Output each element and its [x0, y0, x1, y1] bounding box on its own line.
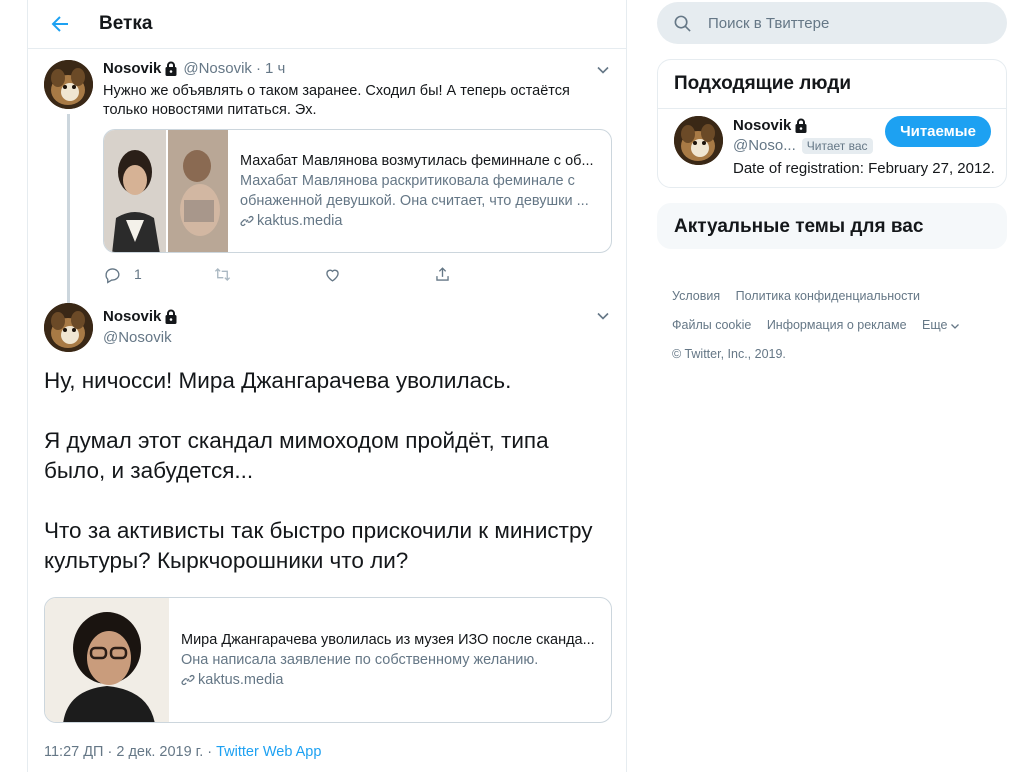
search-bar[interactable] [657, 2, 1007, 44]
footer-link-privacy[interactable]: Политика конфиденциальности [736, 289, 920, 303]
card-image [104, 130, 228, 252]
avatar-image [674, 116, 723, 165]
tweet-paragraph: Ну, ничосси! Мира Джангарачева уволилась… [44, 368, 512, 393]
footer-link-terms[interactable]: Условия [672, 289, 720, 303]
back-button[interactable] [48, 12, 74, 36]
divider [658, 108, 1006, 109]
page-title: Ветка [99, 13, 153, 34]
author-name[interactable]: Nosovik [103, 308, 161, 325]
footer-link-ads-info[interactable]: Информация о рекламе [767, 318, 907, 332]
following-button[interactable]: Читаемые [885, 116, 991, 147]
retweet-button[interactable] [213, 263, 323, 285]
follows-you-badge: Читает вас [801, 137, 873, 154]
reply-button[interactable]: 1 [103, 263, 213, 285]
heart-icon [326, 269, 339, 282]
separator: · [255, 60, 261, 77]
card-domain: kaktus.media [240, 211, 599, 231]
page: Ветка Nosovik @Nosovik · 1 ч Нужно же об… [0, 0, 1033, 772]
tweet-time[interactable]: 1 ч [265, 60, 285, 77]
footer-more-label: Еще [922, 318, 948, 332]
avatar-image [44, 60, 93, 109]
footer-copyright: © Twitter, Inc., 2019. [672, 347, 786, 361]
tweet-header: Nosovik @Nosovik · 1 ч [103, 60, 285, 77]
link-card[interactable]: Мира Джангарачева уволилась из музея ИЗО… [44, 597, 612, 723]
panel-title: Актуальные темы для вас [674, 216, 924, 237]
trends-panel[interactable]: Актуальные темы для вас [657, 203, 1007, 249]
card-body: Махабат Мавлянова возмутилась феминнале … [228, 130, 611, 252]
person-handle[interactable]: @Noso... [733, 137, 796, 154]
card-thumbnail [45, 598, 169, 722]
page-header: Ветка [28, 0, 626, 49]
arrow-left-icon [51, 16, 68, 32]
footer: Условия Политика конфиденциальности Файл… [672, 282, 1002, 369]
card-body: Мира Джангарачева уволилась из музея ИЗО… [169, 598, 611, 722]
link-icon [181, 674, 195, 686]
lock-icon [165, 309, 177, 324]
tweet-actions: 1 [103, 263, 543, 285]
person-handle-row: @Noso... Читает вас [733, 137, 873, 154]
tweet-meta: 11:27 ДП · 2 дек. 2019 г. · Twitter Web … [44, 744, 321, 760]
tweet-menu-button[interactable] [594, 307, 612, 325]
author-name-row: Nosovik [103, 308, 178, 325]
person-name-row: Nosovik [733, 117, 808, 134]
chevron-down-icon [597, 66, 609, 74]
tweet-text: Нужно же объявлять о таком заранее. Сход… [103, 83, 570, 118]
tweet-menu-button[interactable] [594, 61, 612, 79]
link-card[interactable]: Махабат Мавлянова возмутилась феминнале … [103, 129, 612, 253]
card-title: Махабат Мавлянова возмутилась феминнале … [240, 153, 594, 169]
card-domain-text: kaktus.media [257, 213, 343, 229]
who-to-follow-panel: Подходящие люди Nosovik @Noso... Читает … [657, 59, 1007, 188]
tweet-text: Ну, ничосси! Мира Джангарачева уволилась… [44, 366, 614, 606]
card-thumbnail [104, 130, 228, 252]
lock-icon [795, 118, 807, 133]
person-name[interactable]: Nosovik [733, 117, 791, 134]
card-domain-text: kaktus.media [198, 672, 284, 688]
panel-title: Подходящие люди [674, 73, 852, 94]
reply-icon [105, 267, 120, 284]
avatar[interactable] [44, 60, 93, 109]
tweet-timestamp[interactable]: 11:27 ДП · 2 дек. 2019 г. · [44, 744, 216, 760]
tweet-paragraph: Я думал этот скандал мимоходом пройдёт, … [44, 428, 549, 483]
avatar[interactable] [44, 303, 93, 352]
chevron-down-icon [597, 312, 609, 320]
card-image [45, 598, 169, 722]
focal-tweet: Nosovik @Nosovik Ну, ничосси! Мира Джанг… [28, 298, 626, 772]
card-description: Она написала заявление по собственному ж… [181, 652, 539, 668]
card-title: Мира Джангарачева уволилась из музея ИЗО… [181, 632, 595, 648]
link-icon [240, 215, 254, 227]
person-bio: Date of registration: February 27, 2012. [733, 160, 995, 177]
search-input[interactable] [708, 14, 988, 32]
main-column: Ветка Nosovik @Nosovik · 1 ч Нужно же об… [27, 0, 627, 772]
author-name[interactable]: Nosovik [103, 60, 161, 77]
avatar[interactable] [674, 116, 723, 165]
reply-count: 1 [134, 266, 142, 282]
tweet-paragraph: Что за активисты так быстро прискочили к… [44, 518, 593, 573]
card-domain: kaktus.media [181, 670, 599, 690]
footer-link-cookies[interactable]: Файлы cookie [672, 318, 751, 332]
avatar-image [44, 303, 93, 352]
parent-tweet[interactable]: Nosovik @Nosovik · 1 ч Нужно же объявлят… [28, 50, 626, 346]
author-handle[interactable]: @Nosovik [183, 60, 252, 77]
share-button[interactable] [433, 263, 543, 285]
chevron-down-icon [951, 323, 960, 329]
lock-icon [165, 61, 177, 76]
search-icon [674, 15, 691, 32]
source-app-link[interactable]: Twitter Web App [216, 744, 321, 760]
author-handle[interactable]: @Nosovik [103, 329, 172, 346]
share-icon [436, 266, 449, 281]
card-description: Махабат Мавлянова раскритиковала феминал… [240, 173, 589, 209]
footer-more-button[interactable]: Еще [922, 311, 961, 340]
like-button[interactable] [323, 263, 433, 285]
retweet-icon [214, 267, 231, 281]
